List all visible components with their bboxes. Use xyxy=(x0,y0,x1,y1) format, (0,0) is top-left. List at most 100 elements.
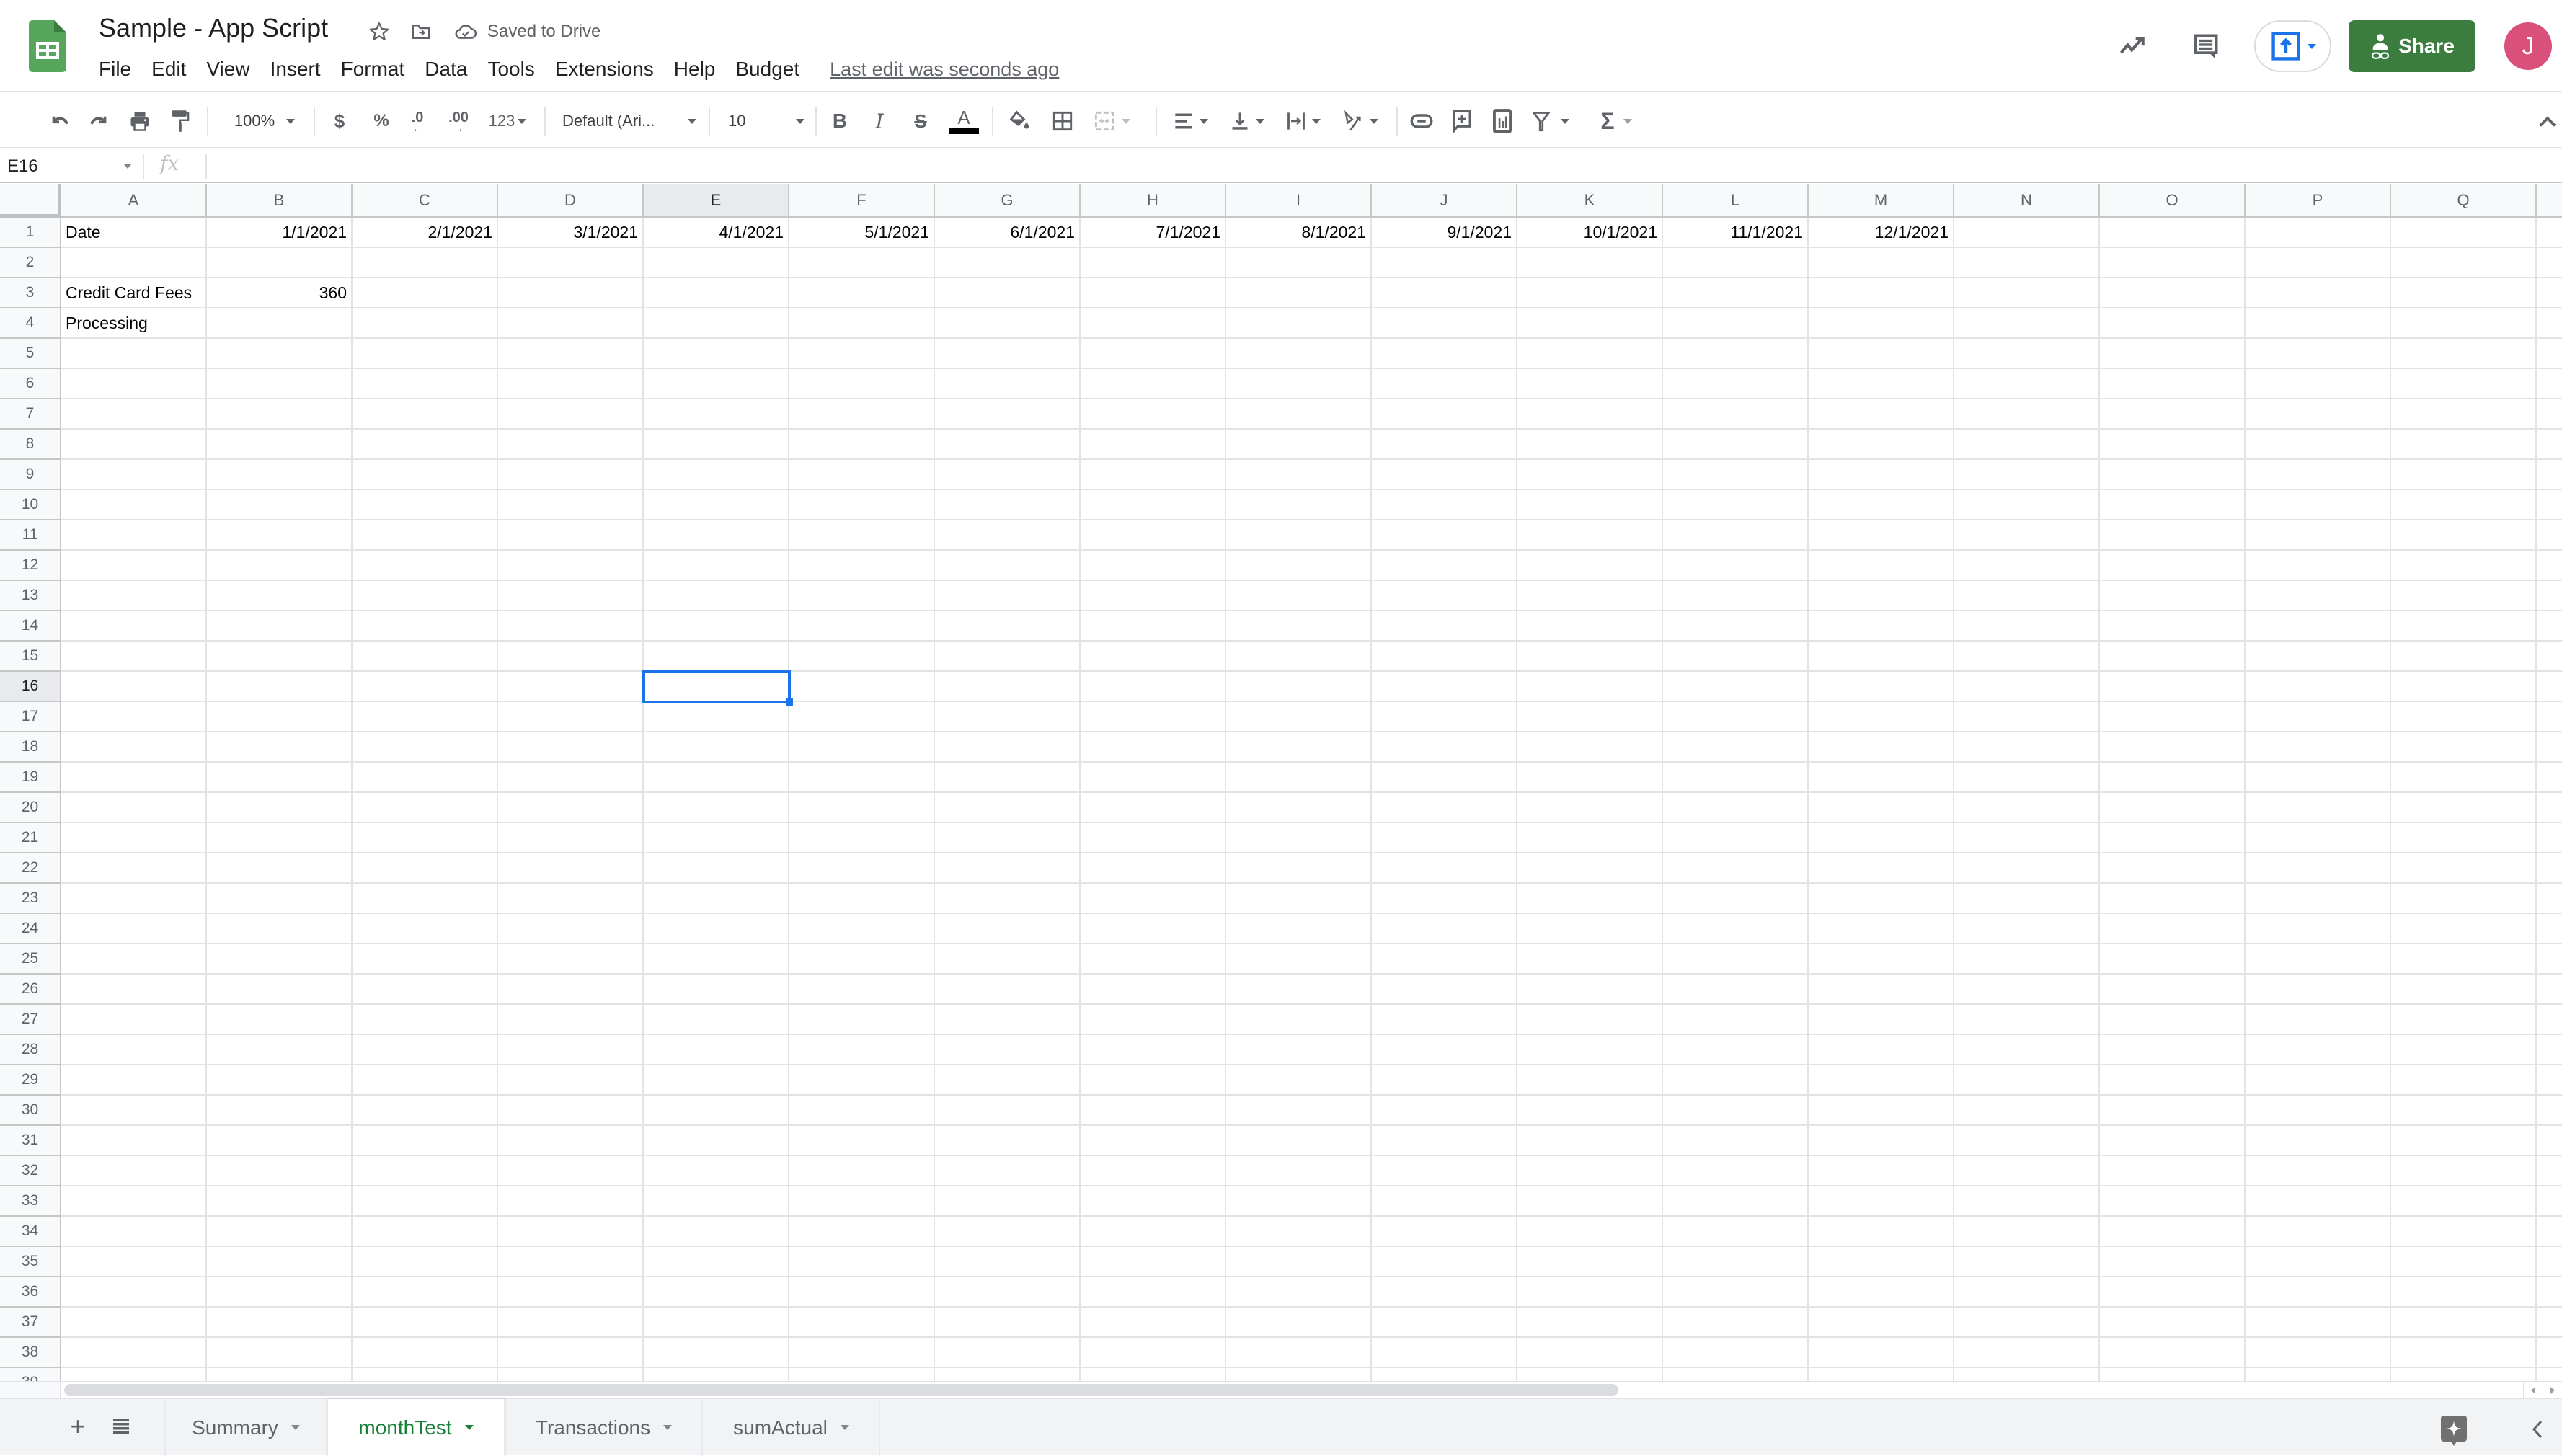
cell-k5[interactable] xyxy=(1517,339,1663,369)
cell-f14[interactable] xyxy=(789,611,935,642)
cell-c33[interactable] xyxy=(353,1186,498,1217)
cell-l6[interactable] xyxy=(1663,369,1809,399)
cell-n39[interactable] xyxy=(1954,1368,2100,1381)
cell-p28[interactable] xyxy=(2246,1035,2391,1065)
cell-g32[interactable] xyxy=(935,1156,1081,1186)
column-header-g[interactable]: G xyxy=(935,184,1081,218)
cell-a13[interactable] xyxy=(61,581,207,611)
cell-e12[interactable] xyxy=(644,551,789,581)
cell-j8[interactable] xyxy=(1372,430,1517,460)
cell[interactable] xyxy=(2537,399,2562,430)
cell-o39[interactable] xyxy=(2100,1368,2246,1381)
cell-q25[interactable] xyxy=(2391,944,2537,975)
cell-e15[interactable] xyxy=(644,642,789,672)
row-header-23[interactable]: 23 xyxy=(0,884,61,914)
cell-j24[interactable] xyxy=(1372,914,1517,944)
cell-j29[interactable] xyxy=(1372,1065,1517,1096)
cell-c13[interactable] xyxy=(353,581,498,611)
borders-icon[interactable] xyxy=(1050,108,1076,134)
row-header-12[interactable]: 12 xyxy=(0,551,61,581)
cell-g14[interactable] xyxy=(935,611,1081,642)
cell-p39[interactable] xyxy=(2246,1368,2391,1381)
cell-q11[interactable] xyxy=(2391,520,2537,551)
cell-j18[interactable] xyxy=(1372,732,1517,763)
cell-q22[interactable] xyxy=(2391,853,2537,884)
cell-k16[interactable] xyxy=(1517,672,1663,702)
cell-o20[interactable] xyxy=(2100,793,2246,823)
print-icon[interactable] xyxy=(127,108,153,134)
cell[interactable] xyxy=(2537,1035,2562,1065)
cell-d15[interactable] xyxy=(498,642,644,672)
cell-c36[interactable] xyxy=(353,1277,498,1308)
cell[interactable] xyxy=(2537,1277,2562,1308)
row-header-6[interactable]: 6 xyxy=(0,369,61,399)
cell-e36[interactable] xyxy=(644,1277,789,1308)
row-header-7[interactable]: 7 xyxy=(0,399,61,430)
cell-h23[interactable] xyxy=(1081,884,1226,914)
cell-o27[interactable] xyxy=(2100,1005,2246,1035)
cell-b7[interactable] xyxy=(207,399,353,430)
cell-h1[interactable]: 7/1/2021 xyxy=(1081,218,1226,248)
cell-i38[interactable] xyxy=(1226,1338,1372,1368)
cell-q15[interactable] xyxy=(2391,642,2537,672)
cell-d8[interactable] xyxy=(498,430,644,460)
menu-budget[interactable]: Budget xyxy=(735,58,799,81)
cell-a14[interactable] xyxy=(61,611,207,642)
cell-a36[interactable] xyxy=(61,1277,207,1308)
cell-n8[interactable] xyxy=(1954,430,2100,460)
cell-b18[interactable] xyxy=(207,732,353,763)
cell-j37[interactable] xyxy=(1372,1308,1517,1338)
cell-e16[interactable] xyxy=(644,672,789,702)
cell-a29[interactable] xyxy=(61,1065,207,1096)
cell-n13[interactable] xyxy=(1954,581,2100,611)
cell-c4[interactable] xyxy=(353,308,498,339)
row-header-21[interactable]: 21 xyxy=(0,823,61,853)
cell-i5[interactable] xyxy=(1226,339,1372,369)
cell-m16[interactable] xyxy=(1809,672,1954,702)
cell-b17[interactable] xyxy=(207,702,353,732)
cell-i31[interactable] xyxy=(1226,1126,1372,1156)
cell-b16[interactable] xyxy=(207,672,353,702)
cell-f26[interactable] xyxy=(789,975,935,1005)
cell-c17[interactable] xyxy=(353,702,498,732)
column-header-o[interactable]: O xyxy=(2100,184,2246,218)
cell-j1[interactable]: 9/1/2021 xyxy=(1372,218,1517,248)
column-header-n[interactable]: N xyxy=(1954,184,2100,218)
cell-g8[interactable] xyxy=(935,430,1081,460)
cell-f29[interactable] xyxy=(789,1065,935,1096)
cell-e30[interactable] xyxy=(644,1096,789,1126)
cell-h18[interactable] xyxy=(1081,732,1226,763)
row-header-33[interactable]: 33 xyxy=(0,1186,61,1217)
cell-k29[interactable] xyxy=(1517,1065,1663,1096)
cell-j10[interactable] xyxy=(1372,490,1517,520)
cell-n28[interactable] xyxy=(1954,1035,2100,1065)
share-button[interactable]: Share xyxy=(2349,20,2475,72)
row-header-30[interactable]: 30 xyxy=(0,1096,61,1126)
cell-d3[interactable] xyxy=(498,278,644,308)
cell-o19[interactable] xyxy=(2100,763,2246,793)
row-header-27[interactable]: 27 xyxy=(0,1005,61,1035)
cell[interactable] xyxy=(2537,1005,2562,1035)
cell-n22[interactable] xyxy=(1954,853,2100,884)
cell-f16[interactable] xyxy=(789,672,935,702)
cell-c38[interactable] xyxy=(353,1338,498,1368)
cell-a35[interactable] xyxy=(61,1247,207,1277)
cell[interactable] xyxy=(2537,430,2562,460)
cell-k13[interactable] xyxy=(1517,581,1663,611)
cell-c39[interactable] xyxy=(353,1368,498,1381)
cell-l31[interactable] xyxy=(1663,1126,1809,1156)
cell-i34[interactable] xyxy=(1226,1217,1372,1247)
cell-m37[interactable] xyxy=(1809,1308,1954,1338)
cell-d34[interactable] xyxy=(498,1217,644,1247)
cell-n7[interactable] xyxy=(1954,399,2100,430)
redo-icon[interactable] xyxy=(87,108,112,134)
cell-i35[interactable] xyxy=(1226,1247,1372,1277)
vertical-align-button[interactable] xyxy=(1225,108,1269,134)
cell-n15[interactable] xyxy=(1954,642,2100,672)
cell-a32[interactable] xyxy=(61,1156,207,1186)
cell-p27[interactable] xyxy=(2246,1005,2391,1035)
cell-j36[interactable] xyxy=(1372,1277,1517,1308)
cell-p15[interactable] xyxy=(2246,642,2391,672)
cell-n25[interactable] xyxy=(1954,944,2100,975)
cell-c18[interactable] xyxy=(353,732,498,763)
